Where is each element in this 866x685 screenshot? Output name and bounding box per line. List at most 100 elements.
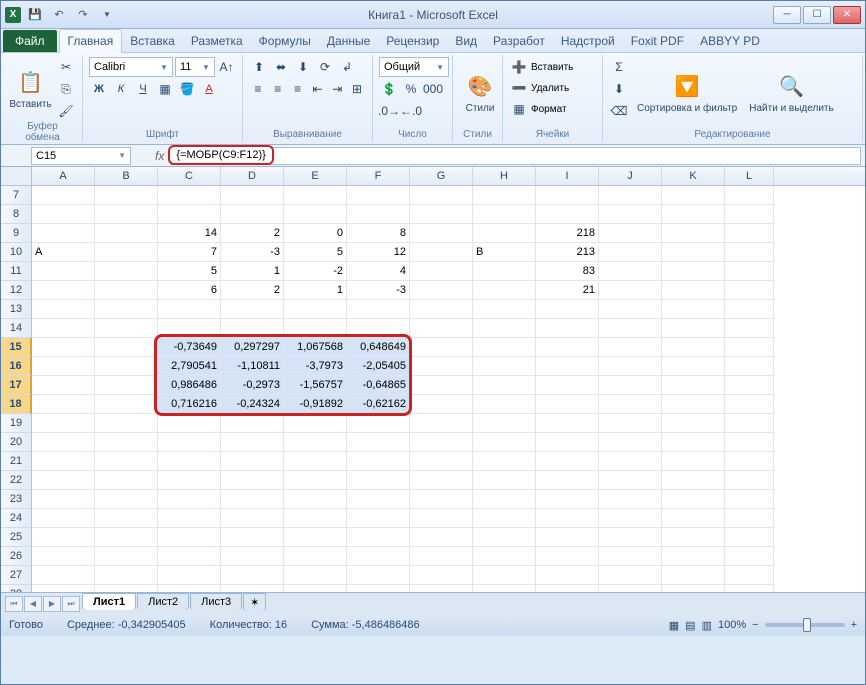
- font-color-icon[interactable]: A: [199, 79, 219, 99]
- sheet-nav-last[interactable]: ⏭: [62, 596, 80, 612]
- currency-icon[interactable]: 💲: [379, 79, 399, 99]
- cell-J13[interactable]: [599, 300, 662, 319]
- cell-A25[interactable]: [32, 528, 95, 547]
- cell-L12[interactable]: [725, 281, 774, 300]
- percent-icon[interactable]: %: [401, 79, 421, 99]
- cell-B7[interactable]: [95, 186, 158, 205]
- save-icon[interactable]: 💾: [25, 5, 45, 25]
- tab-layout[interactable]: Разметка: [183, 30, 251, 52]
- col-header-J[interactable]: J: [599, 167, 662, 185]
- cell-H9[interactable]: [473, 224, 536, 243]
- redo-icon[interactable]: ↷: [73, 5, 93, 25]
- cell-C20[interactable]: [158, 433, 221, 452]
- cell-B12[interactable]: [95, 281, 158, 300]
- cell-L9[interactable]: [725, 224, 774, 243]
- row-header-26[interactable]: 26: [1, 547, 32, 566]
- file-tab[interactable]: Файл: [3, 30, 57, 52]
- col-header-H[interactable]: H: [473, 167, 536, 185]
- cell-A23[interactable]: [32, 490, 95, 509]
- cell-D12[interactable]: 2: [221, 281, 284, 300]
- tab-home[interactable]: Главная: [59, 29, 123, 53]
- cell-E24[interactable]: [284, 509, 347, 528]
- cell-B10[interactable]: [95, 243, 158, 262]
- cell-C10[interactable]: 7: [158, 243, 221, 262]
- row-header-9[interactable]: 9: [1, 224, 32, 243]
- orientation-icon[interactable]: ⟳: [315, 57, 335, 77]
- cell-D13[interactable]: [221, 300, 284, 319]
- cell-H11[interactable]: [473, 262, 536, 281]
- cell-E20[interactable]: [284, 433, 347, 452]
- cell-G23[interactable]: [410, 490, 473, 509]
- cell-D22[interactable]: [221, 471, 284, 490]
- cell-I13[interactable]: [536, 300, 599, 319]
- sort-filter-button[interactable]: 🔽 Сортировка и фильтр: [633, 57, 741, 129]
- cell-L19[interactable]: [725, 414, 774, 433]
- font-size-combo[interactable]: 11▼: [175, 57, 215, 77]
- cell-H23[interactable]: [473, 490, 536, 509]
- cell-K28[interactable]: [662, 585, 725, 592]
- row-header-22[interactable]: 22: [1, 471, 32, 490]
- cell-K12[interactable]: [662, 281, 725, 300]
- clear-icon[interactable]: ⌫: [609, 101, 629, 121]
- cell-G16[interactable]: [410, 357, 473, 376]
- styles-button[interactable]: 🎨 Стили: [459, 57, 501, 129]
- cell-I21[interactable]: [536, 452, 599, 471]
- cell-A8[interactable]: [32, 205, 95, 224]
- select-all-corner[interactable]: [1, 167, 32, 185]
- cell-E11[interactable]: -2: [284, 262, 347, 281]
- cell-K20[interactable]: [662, 433, 725, 452]
- wrap-text-icon[interactable]: ↲: [337, 57, 357, 77]
- cell-H19[interactable]: [473, 414, 536, 433]
- row-header-17[interactable]: 17: [1, 376, 32, 395]
- tab-view[interactable]: Вид: [447, 30, 485, 52]
- cell-B27[interactable]: [95, 566, 158, 585]
- cell-K8[interactable]: [662, 205, 725, 224]
- cell-H25[interactable]: [473, 528, 536, 547]
- cell-H21[interactable]: [473, 452, 536, 471]
- cell-E27[interactable]: [284, 566, 347, 585]
- row-header-21[interactable]: 21: [1, 452, 32, 471]
- cell-D19[interactable]: [221, 414, 284, 433]
- underline-button[interactable]: Ч: [133, 79, 153, 99]
- cell-G10[interactable]: [410, 243, 473, 262]
- cell-J18[interactable]: [599, 395, 662, 414]
- cell-C14[interactable]: [158, 319, 221, 338]
- cell-J22[interactable]: [599, 471, 662, 490]
- cell-C18[interactable]: 0,716216: [158, 395, 221, 414]
- cell-G17[interactable]: [410, 376, 473, 395]
- cell-L23[interactable]: [725, 490, 774, 509]
- cell-H16[interactable]: [473, 357, 536, 376]
- copy-icon[interactable]: ⎘: [56, 79, 76, 99]
- cell-J14[interactable]: [599, 319, 662, 338]
- cell-D21[interactable]: [221, 452, 284, 471]
- cell-B26[interactable]: [95, 547, 158, 566]
- zoom-out-button[interactable]: −: [752, 619, 758, 631]
- cell-K24[interactable]: [662, 509, 725, 528]
- sheet-nav-prev[interactable]: ◀: [24, 596, 42, 612]
- row-header-10[interactable]: 10: [1, 243, 32, 262]
- sheet-tab-0[interactable]: Лист1: [82, 593, 136, 610]
- cell-C11[interactable]: 5: [158, 262, 221, 281]
- name-box[interactable]: C15▼: [31, 147, 131, 165]
- align-bottom-icon[interactable]: ⬇: [293, 57, 313, 77]
- cell-G25[interactable]: [410, 528, 473, 547]
- cell-G24[interactable]: [410, 509, 473, 528]
- cell-K26[interactable]: [662, 547, 725, 566]
- cell-L26[interactable]: [725, 547, 774, 566]
- cell-L10[interactable]: [725, 243, 774, 262]
- sheet-nav-first[interactable]: ⏮: [5, 596, 23, 612]
- cell-A28[interactable]: [32, 585, 95, 592]
- cell-B25[interactable]: [95, 528, 158, 547]
- cell-A9[interactable]: [32, 224, 95, 243]
- cell-F21[interactable]: [347, 452, 410, 471]
- cell-D28[interactable]: [221, 585, 284, 592]
- view-normal-icon[interactable]: ▦: [669, 619, 679, 632]
- row-header-27[interactable]: 27: [1, 566, 32, 585]
- cell-F25[interactable]: [347, 528, 410, 547]
- cell-A20[interactable]: [32, 433, 95, 452]
- cell-E12[interactable]: 1: [284, 281, 347, 300]
- cell-G27[interactable]: [410, 566, 473, 585]
- cell-A10[interactable]: A: [32, 243, 95, 262]
- tab-addins[interactable]: Надстрой: [553, 30, 623, 52]
- align-middle-icon[interactable]: ⬌: [271, 57, 291, 77]
